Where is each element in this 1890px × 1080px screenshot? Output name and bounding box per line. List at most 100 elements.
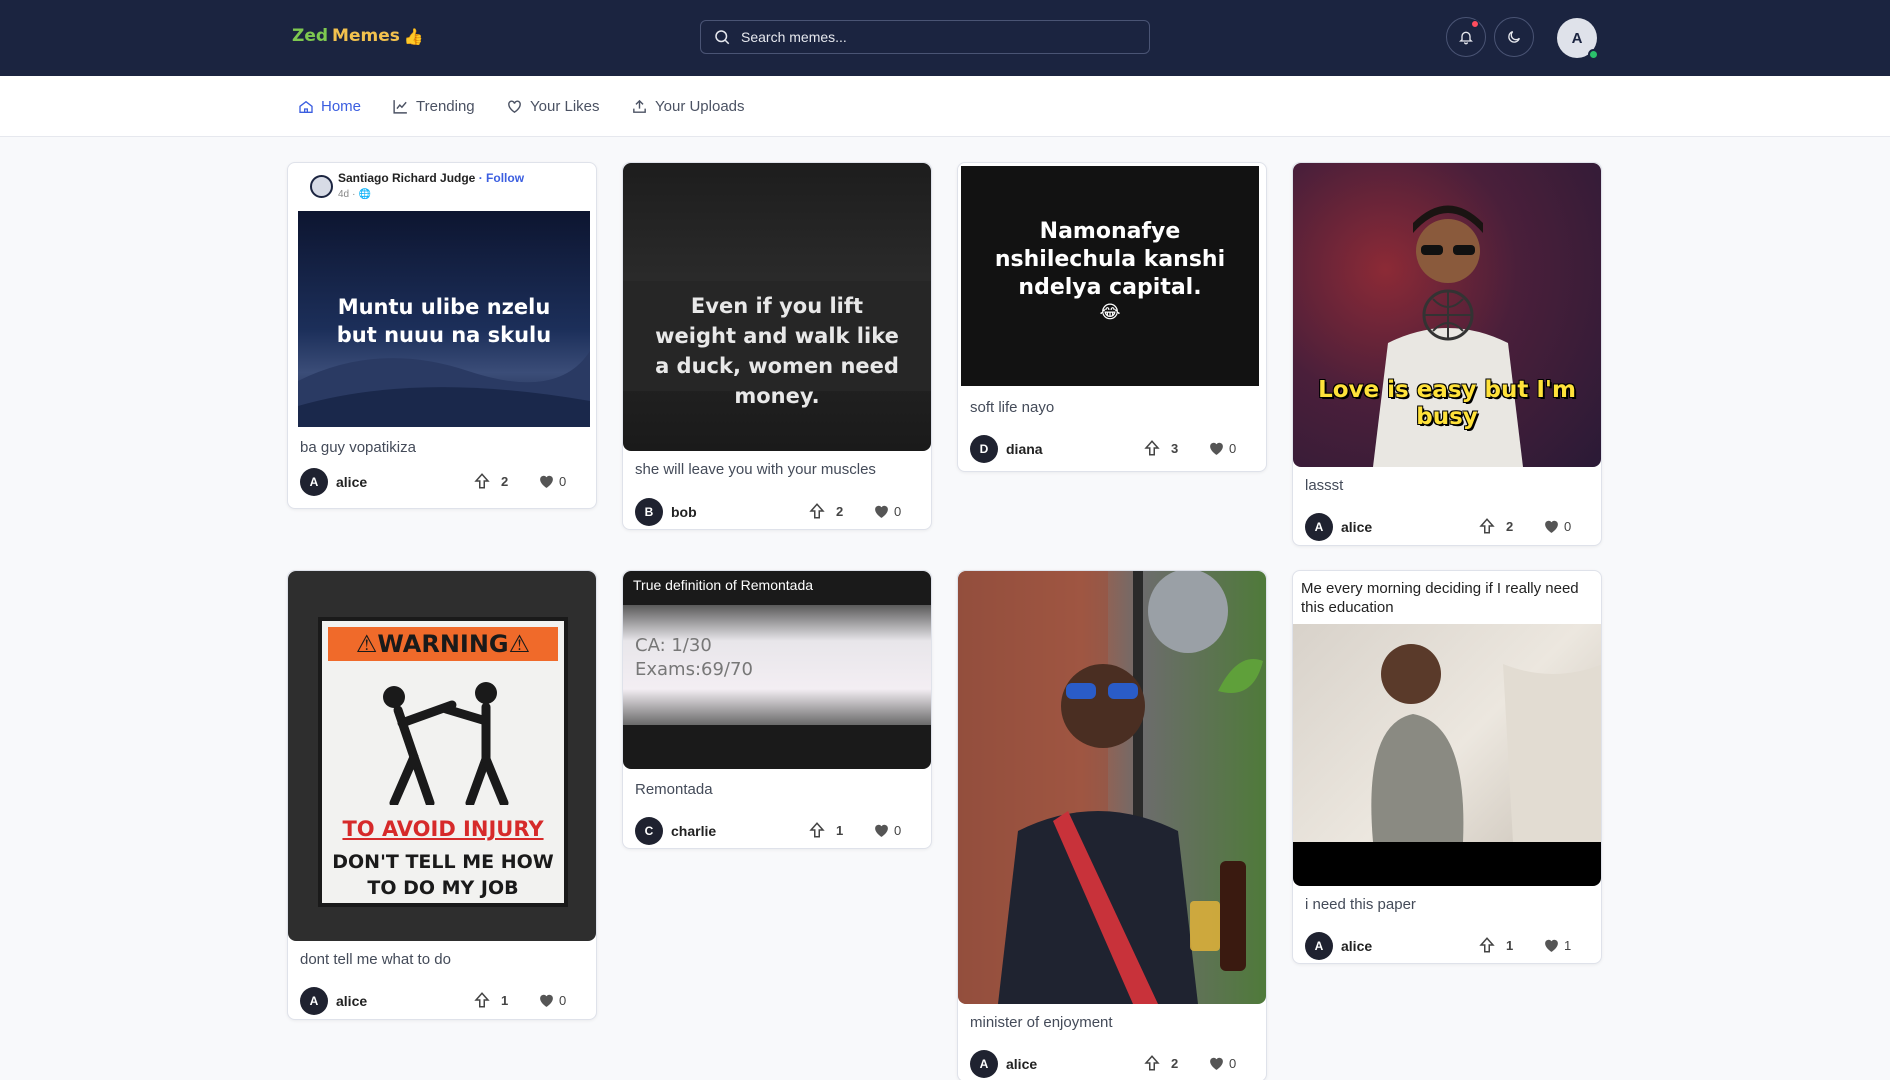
upvote-arrow-icon: [809, 503, 825, 519]
exam-score: Exams:69/70: [635, 659, 753, 680]
user-avatar-button[interactable]: A: [1557, 18, 1599, 60]
night-desert-background: Muntu ulibe nzelu but nuuu na skulu: [298, 211, 590, 427]
meme-image[interactable]: True definition of Remontada CA: 1/30 Ex…: [623, 571, 931, 769]
like-button[interactable]: 0: [1208, 440, 1236, 457]
heart-icon: [540, 475, 553, 488]
meme-image[interactable]: Namonafye nshilechula kanshi ndelya capi…: [958, 163, 1266, 389]
like-count: 0: [1229, 441, 1237, 456]
upload-icon: [633, 99, 646, 113]
meme-caption: minister of enjoyment: [970, 1014, 1113, 1031]
nav-home-label: Home: [321, 98, 362, 115]
author-name[interactable]: bob: [671, 504, 697, 520]
warning-sign: ⚠WARNING⚠ TO AVOID INJURY DON'T TELL ME …: [318, 617, 568, 907]
meme-meta: A alice 2 0: [1293, 513, 1601, 543]
meme-card[interactable]: Santiago Richard Judge · Follow 4d · 🌐 M…: [287, 162, 597, 509]
heart-icon: [1545, 520, 1558, 533]
meme-meta: D diana 3 0: [958, 435, 1266, 465]
upvote-count: 2: [1171, 1055, 1179, 1071]
heart-icon: [875, 824, 888, 837]
author-avatar[interactable]: A: [1305, 513, 1333, 541]
author-avatar[interactable]: A: [300, 987, 328, 1015]
meme-image[interactable]: Me every morning deciding if I really ne…: [1293, 571, 1601, 886]
meme-card[interactable]: True definition of Remontada CA: 1/30 Ex…: [622, 570, 932, 849]
upvote-count: 2: [501, 473, 509, 489]
person-photo: [958, 571, 1263, 1004]
meme-text: Even if you lift weight and walk like a …: [655, 294, 899, 408]
like-button[interactable]: 0: [538, 473, 566, 490]
search-input[interactable]: [741, 29, 1121, 45]
user-initial: A: [1571, 29, 1583, 47]
upvote-count: 1: [1506, 937, 1514, 953]
upvote-button[interactable]: 2: [808, 502, 843, 520]
like-button[interactable]: 0: [1208, 1055, 1236, 1072]
author-name[interactable]: charlie: [671, 823, 716, 839]
black-background: Namonafye nshilechula kanshi ndelya capi…: [961, 166, 1259, 386]
meme-meta: A alice 1 0: [288, 987, 596, 1017]
facebook-author-avatar: [310, 175, 333, 198]
upvote-button[interactable]: 2: [1143, 1054, 1178, 1072]
author-avatar[interactable]: C: [635, 817, 663, 845]
meme-image[interactable]: ⚠WARNING⚠ TO AVOID INJURY DON'T TELL ME …: [288, 571, 596, 941]
meme-caption: Remontada: [635, 781, 713, 798]
nav-your-likes[interactable]: Your Likes: [506, 98, 600, 115]
meme-card[interactable]: minister of enjoyment A alice 2 0: [957, 570, 1267, 1080]
upvote-count: 2: [836, 503, 844, 519]
meme-card[interactable]: ⚠WARNING⚠ TO AVOID INJURY DON'T TELL ME …: [287, 570, 597, 1020]
meme-meta: B bob 2 0: [623, 498, 931, 528]
upvote-button[interactable]: 2: [473, 472, 508, 490]
theme-toggle-button[interactable]: [1494, 17, 1534, 57]
nav-trending[interactable]: Trending: [392, 98, 475, 115]
author-avatar[interactable]: A: [300, 468, 328, 496]
meme-image[interactable]: Even if you lift weight and walk like a …: [623, 163, 931, 451]
logo-text-memes: Memes: [332, 26, 400, 46]
top-bar: ZedMemes 👍 A: [0, 0, 1890, 76]
meme-text: Muntu ulibe nzelu but nuuu na skulu: [336, 295, 552, 347]
like-count: 0: [1229, 1056, 1237, 1071]
notifications-button[interactable]: [1446, 17, 1486, 57]
author-avatar[interactable]: B: [635, 498, 663, 526]
meme-card[interactable]: Even if you lift weight and walk like a …: [622, 162, 932, 530]
upvote-button[interactable]: 2: [1478, 517, 1513, 535]
author-name[interactable]: alice: [1341, 519, 1372, 535]
author-name[interactable]: alice: [336, 993, 367, 1009]
upvote-button[interactable]: 1: [808, 821, 843, 839]
author-avatar[interactable]: A: [970, 1050, 998, 1078]
meme-card[interactable]: Love is easy but I'm busy lassst A alice…: [1292, 162, 1602, 546]
meme-card[interactable]: Me every morning deciding if I really ne…: [1292, 570, 1602, 964]
warning-line-3: TO DO MY JOB: [367, 877, 519, 899]
meme-meta: C charlie 1 0: [623, 817, 931, 847]
author-name[interactable]: diana: [1006, 441, 1043, 457]
logo-text-zed: Zed: [292, 26, 329, 46]
meme-image[interactable]: [958, 571, 1266, 1004]
meme-card[interactable]: Namonafye nshilechula kanshi ndelya capi…: [957, 162, 1267, 472]
like-button[interactable]: 0: [873, 503, 901, 520]
upvote-button[interactable]: 1: [1478, 936, 1513, 954]
like-button[interactable]: 0: [1543, 518, 1571, 535]
meme-image[interactable]: Santiago Richard Judge · Follow 4d · 🌐 M…: [288, 163, 596, 427]
heart-outline-icon: [508, 100, 521, 114]
warning-line-2: DON'T TELL ME HOW: [332, 851, 554, 873]
nav-your-uploads[interactable]: Your Uploads: [631, 98, 745, 115]
upvote-button[interactable]: 1: [473, 991, 508, 1009]
heart-icon: [875, 505, 888, 518]
globe-icon: 🌐: [358, 189, 371, 200]
meme-header-text: Me every morning deciding if I really ne…: [1301, 580, 1579, 616]
author-name[interactable]: alice: [1341, 938, 1372, 954]
upvote-arrow-icon: [1479, 518, 1495, 534]
like-button[interactable]: 0: [873, 822, 901, 839]
like-button[interactable]: 0: [538, 992, 566, 1009]
author-avatar[interactable]: A: [1305, 932, 1333, 960]
search-bar: [700, 20, 1150, 54]
app-logo[interactable]: Zed Memes 👍: [292, 26, 424, 46]
facebook-follow-link: Follow: [486, 171, 525, 185]
like-button[interactable]: 1: [1543, 937, 1571, 954]
meme-meta: A alice 1 1: [1293, 932, 1601, 962]
author-name[interactable]: alice: [336, 474, 367, 490]
like-count: 0: [1564, 519, 1572, 534]
author-name[interactable]: alice: [1006, 1056, 1037, 1072]
like-count: 0: [894, 823, 902, 838]
author-avatar[interactable]: D: [970, 435, 998, 463]
meme-image[interactable]: Love is easy but I'm busy: [1293, 163, 1601, 467]
upvote-button[interactable]: 3: [1143, 439, 1178, 457]
nav-home[interactable]: Home: [298, 98, 361, 115]
